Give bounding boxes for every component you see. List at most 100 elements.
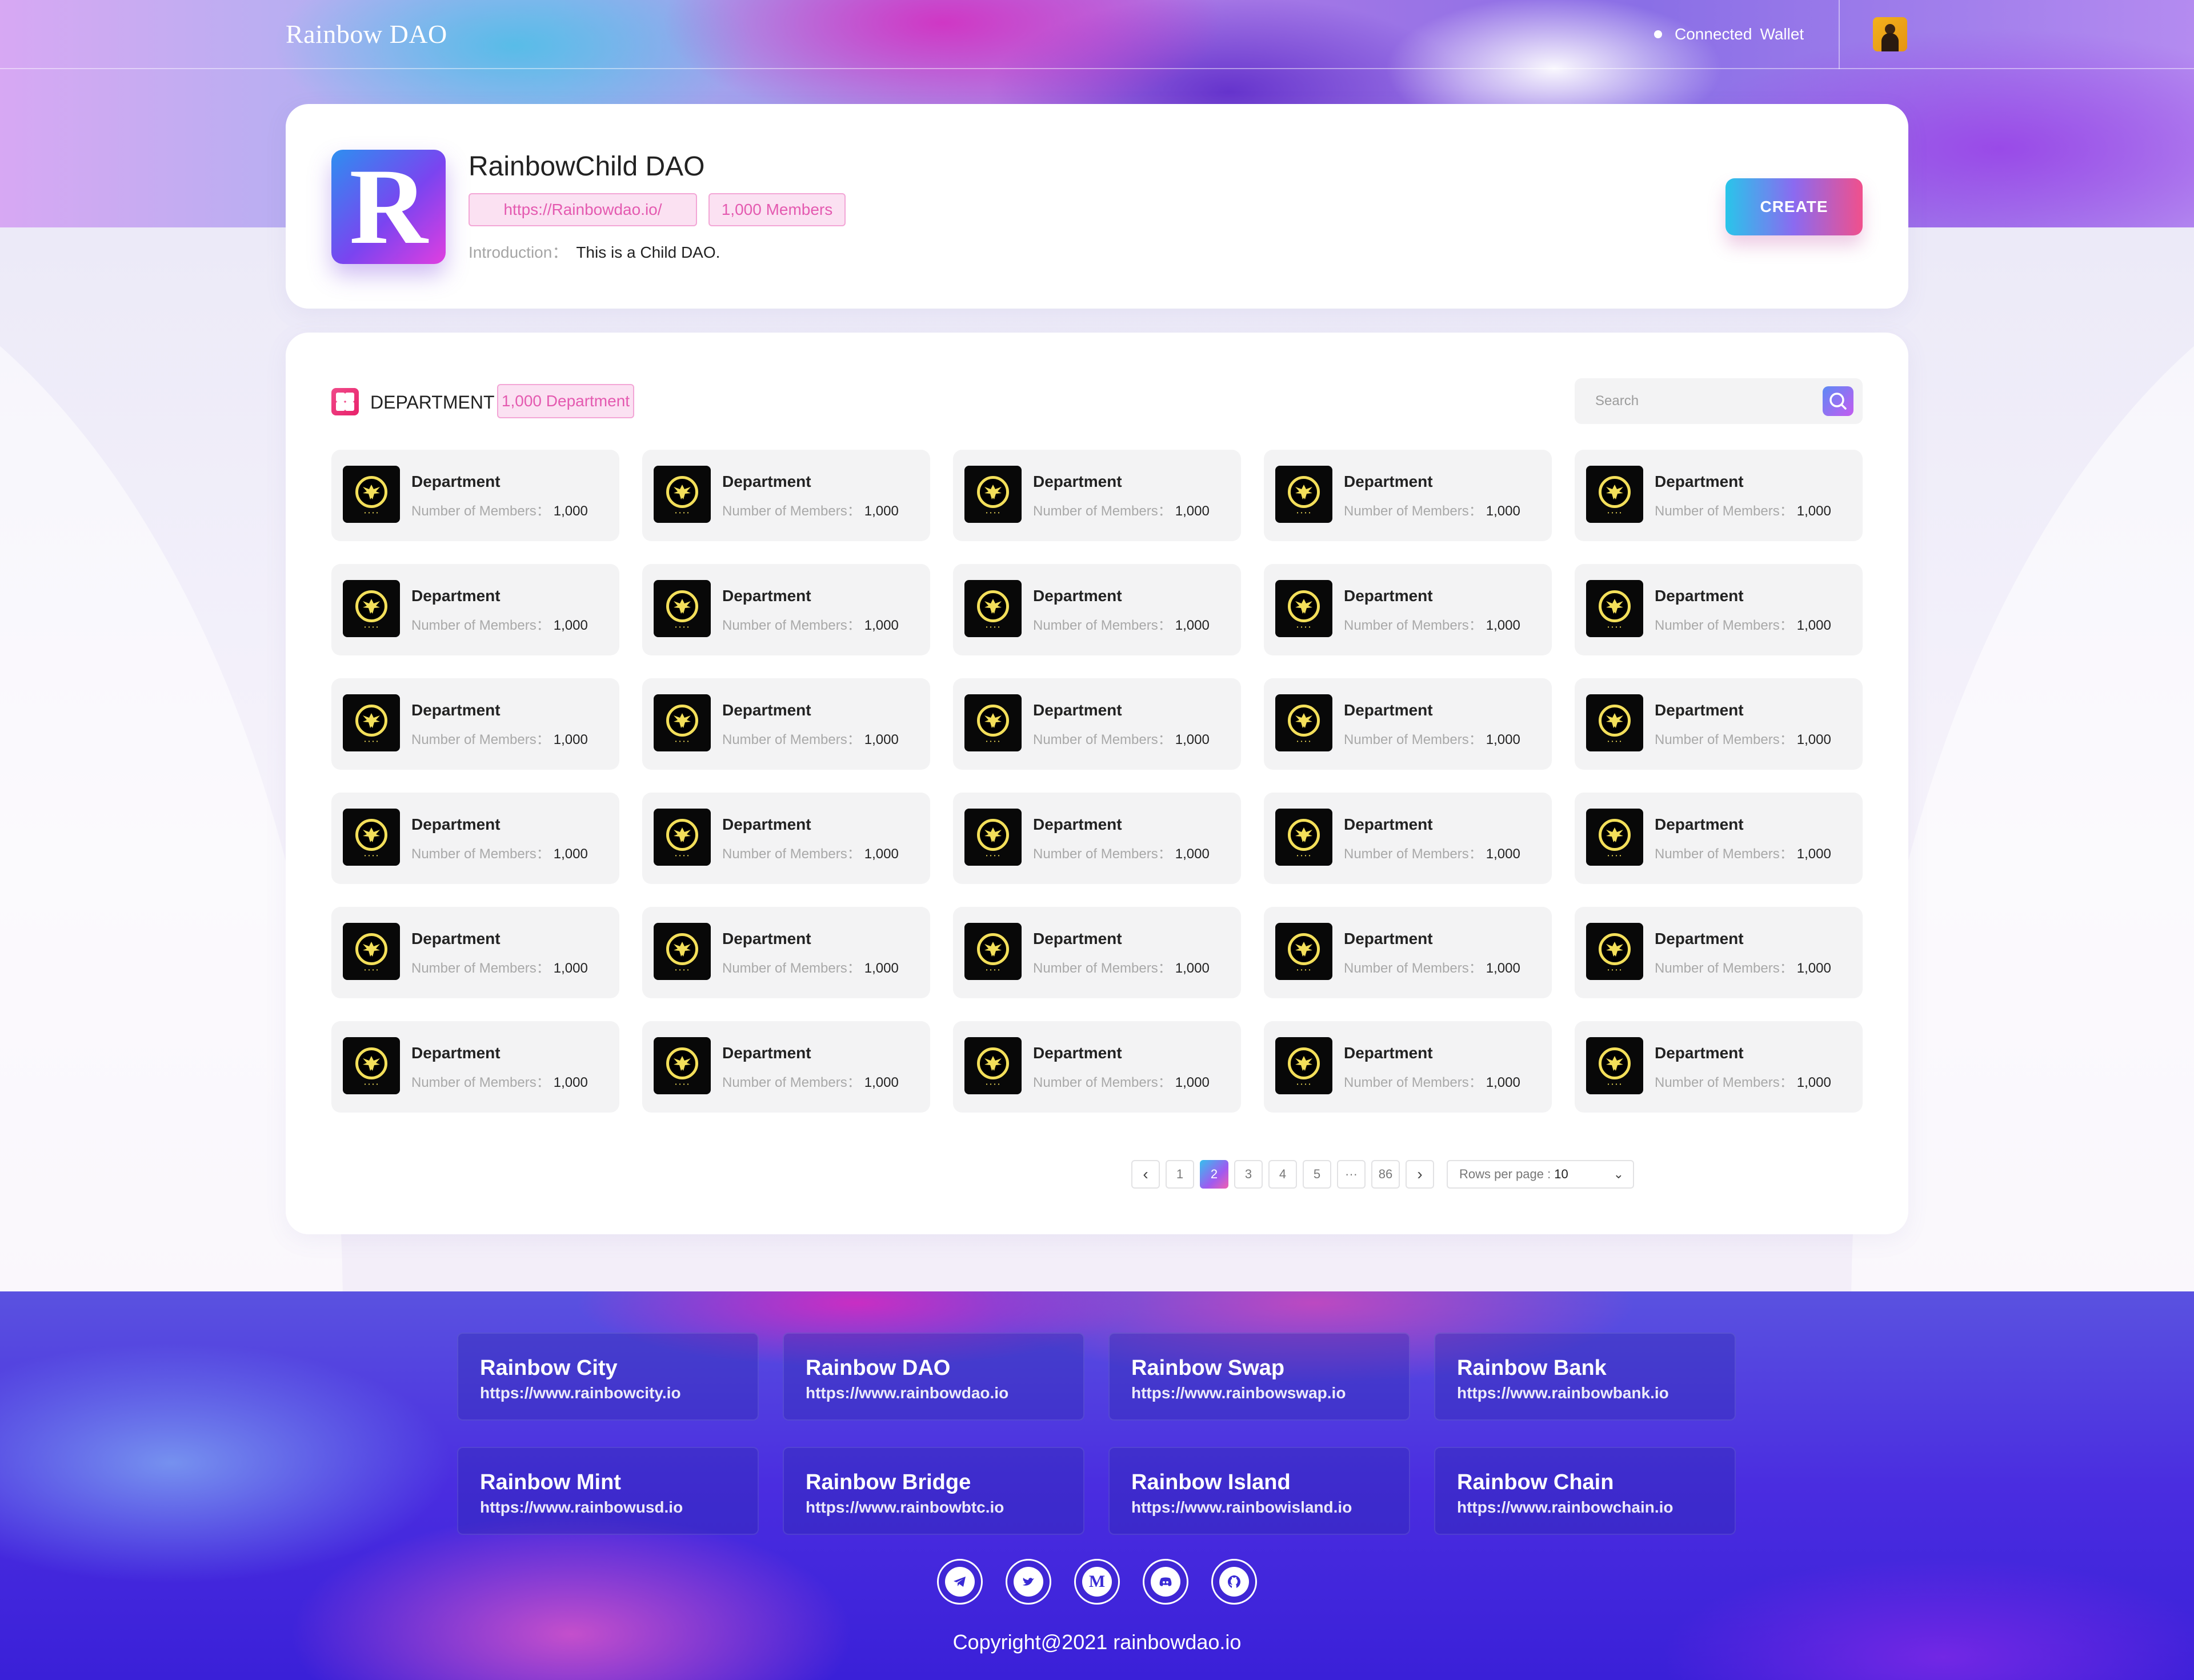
footer-link-url[interactable]: https://www.rainbowchain.io bbox=[1457, 1496, 1735, 1519]
department-item[interactable]: • • • • Department Number of Members： 1,000 bbox=[1575, 907, 1863, 998]
department-members: Number of Members： 1,000 bbox=[722, 1074, 899, 1092]
emblem-circle bbox=[666, 476, 698, 508]
footer-link-url[interactable]: https://www.rainbowcity.io bbox=[480, 1382, 758, 1405]
page-button[interactable]: 5 bbox=[1303, 1160, 1331, 1189]
department-item[interactable]: • • • • Department Number of Members： 1,000 bbox=[642, 564, 930, 655]
footer-link-card[interactable]: Rainbow Bridge https://www.rainbowbtc.io bbox=[783, 1447, 1084, 1535]
page-button[interactable]: 1 bbox=[1166, 1160, 1194, 1189]
department-name: Department bbox=[1655, 930, 1744, 947]
footer-link-url[interactable]: https://www.rainbowbank.io bbox=[1457, 1382, 1735, 1405]
emblem-circle bbox=[355, 590, 387, 622]
footer-link-card[interactable]: Rainbow Island https://www.rainbowisland.… bbox=[1108, 1447, 1410, 1535]
footer-link-card[interactable]: Rainbow Chain https://www.rainbowchain.io bbox=[1434, 1447, 1736, 1535]
department-item[interactable]: • • • • Department Number of Members： 1,000 bbox=[331, 1021, 619, 1113]
department-item[interactable]: • • • • Department Number of Members： 1,000 bbox=[1264, 450, 1552, 541]
department-item[interactable]: • • • • Department Number of Members： 1,000 bbox=[331, 564, 619, 655]
dao-url-badge[interactable]: https://Rainbowdao.io/ bbox=[469, 193, 697, 226]
page-button[interactable]: 3 bbox=[1234, 1160, 1263, 1189]
page-button[interactable]: 4 bbox=[1268, 1160, 1297, 1189]
emblem-circle bbox=[666, 1047, 698, 1079]
members-value: 1,000 bbox=[553, 961, 588, 976]
connect-wallet-button[interactable]: Connected Wallet bbox=[1654, 23, 1804, 46]
department-name: Department bbox=[1344, 1044, 1433, 1062]
footer-link-url[interactable]: https://www.rainbowusd.io bbox=[480, 1496, 758, 1519]
members-value: 1,000 bbox=[1796, 1075, 1831, 1090]
members-label: Number of Members： bbox=[1033, 846, 1172, 862]
footer-link-card[interactable]: Rainbow Bank https://www.rainbowbank.io bbox=[1434, 1333, 1736, 1421]
department-item[interactable]: • • • • Department Number of Members： 1,000 bbox=[1575, 678, 1863, 770]
department-item[interactable]: • • • • Department Number of Members： 1,000 bbox=[953, 564, 1241, 655]
discord-link[interactable] bbox=[1143, 1559, 1188, 1605]
department-item[interactable]: • • • • Department Number of Members： 1,000 bbox=[331, 793, 619, 884]
department-name: Department bbox=[1344, 701, 1433, 719]
members-value: 1,000 bbox=[1796, 846, 1831, 862]
footer-link-card[interactable]: Rainbow Mint https://www.rainbowusd.io bbox=[457, 1447, 759, 1535]
department-item[interactable]: • • • • Department Number of Members： 1,000 bbox=[642, 1021, 930, 1113]
department-logo: • • • • bbox=[654, 1037, 711, 1094]
members-value: 1,000 bbox=[864, 961, 899, 976]
department-item[interactable]: • • • • Department Number of Members： 1,000 bbox=[953, 450, 1241, 541]
search-button[interactable] bbox=[1823, 386, 1853, 416]
footer-link-url[interactable]: https://www.rainbowisland.io bbox=[1131, 1496, 1409, 1519]
footer-link-card[interactable]: Rainbow City https://www.rainbowcity.io bbox=[457, 1333, 759, 1421]
rainbow-dao-logo[interactable]: Rainbow DAO bbox=[286, 17, 447, 51]
department-item[interactable]: • • • • Department Number of Members： 1,000 bbox=[1264, 678, 1552, 770]
footer-link-url[interactable]: https://www.rainbowbtc.io bbox=[806, 1496, 1083, 1519]
department-item[interactable]: • • • • Department Number of Members： 1,000 bbox=[953, 1021, 1241, 1113]
user-avatar[interactable] bbox=[1873, 17, 1907, 51]
department-item[interactable]: • • • • Department Number of Members： 1,000 bbox=[331, 678, 619, 770]
create-button[interactable]: CREATE bbox=[1725, 178, 1863, 235]
dao-logo: R bbox=[331, 150, 446, 264]
department-item[interactable]: • • • • Department Number of Members： 1,000 bbox=[331, 450, 619, 541]
department-item[interactable]: • • • • Department Number of Members： 1,000 bbox=[953, 907, 1241, 998]
emblem-circle bbox=[977, 590, 1009, 622]
footer-link-card[interactable]: Rainbow Swap https://www.rainbowswap.io bbox=[1108, 1333, 1410, 1421]
department-item[interactable]: • • • • Department Number of Members： 1,000 bbox=[1575, 450, 1863, 541]
twitter-link[interactable] bbox=[1006, 1559, 1051, 1605]
members-label: Number of Members： bbox=[411, 732, 550, 747]
department-item[interactable]: • • • • Department Number of Members： 1,000 bbox=[953, 678, 1241, 770]
department-item[interactable]: • • • • Department Number of Members： 1,000 bbox=[1575, 1021, 1863, 1113]
emblem-text-decoration: • • • • bbox=[675, 739, 690, 744]
department-item[interactable]: • • • • Department Number of Members： 1,000 bbox=[642, 678, 930, 770]
department-item[interactable]: • • • • Department Number of Members： 1,000 bbox=[642, 450, 930, 541]
department-item[interactable]: • • • • Department Number of Members： 1,000 bbox=[642, 793, 930, 884]
rows-per-page-select[interactable]: Rows per page :10 ⌄ bbox=[1447, 1160, 1634, 1189]
eagle-emblem-icon bbox=[1606, 827, 1623, 842]
department-item[interactable]: • • • • Department Number of Members： 1,000 bbox=[1575, 564, 1863, 655]
search-input[interactable] bbox=[1595, 390, 1812, 413]
department-name: Department bbox=[722, 587, 811, 605]
footer-link-card[interactable]: Rainbow DAO https://www.rainbowdao.io bbox=[783, 1333, 1084, 1421]
footer-link-url[interactable]: https://www.rainbowdao.io bbox=[806, 1382, 1083, 1405]
page-button[interactable]: 86 bbox=[1371, 1160, 1400, 1189]
department-name: Department bbox=[1655, 587, 1744, 605]
department-item[interactable]: • • • • Department Number of Members： 1,000 bbox=[1264, 1021, 1552, 1113]
department-item[interactable]: • • • • Department Number of Members： 1,000 bbox=[953, 793, 1241, 884]
department-item[interactable]: • • • • Department Number of Members： 1,000 bbox=[1264, 793, 1552, 884]
pagination-ellipsis[interactable]: ··· bbox=[1337, 1160, 1366, 1189]
emblem-text-decoration: • • • • bbox=[1607, 853, 1622, 858]
department-count-badge: 1,000 Department bbox=[497, 384, 634, 418]
department-item[interactable]: • • • • Department Number of Members： 1,000 bbox=[1264, 907, 1552, 998]
members-label: Number of Members： bbox=[722, 618, 861, 633]
department-item[interactable]: • • • • Department Number of Members： 1,000 bbox=[642, 907, 930, 998]
emblem-text-decoration: • • • • bbox=[986, 853, 1000, 858]
emblem-text-decoration: • • • • bbox=[675, 625, 690, 630]
github-link[interactable] bbox=[1211, 1559, 1257, 1605]
next-page-chevron-icon[interactable]: › bbox=[1406, 1160, 1434, 1189]
department-name: Department bbox=[1344, 815, 1433, 833]
prev-page-chevron-icon[interactable]: ‹ bbox=[1131, 1160, 1160, 1189]
medium-link[interactable]: M bbox=[1074, 1559, 1120, 1605]
department-item[interactable]: • • • • Department Number of Members： 1,000 bbox=[1264, 564, 1552, 655]
members-value: 1,000 bbox=[553, 732, 588, 747]
telegram-link[interactable] bbox=[937, 1559, 983, 1605]
eagle-emblem-icon bbox=[984, 1056, 1002, 1071]
department-members: Number of Members： 1,000 bbox=[1655, 959, 1831, 978]
page-button[interactable]: 2 bbox=[1200, 1160, 1228, 1189]
department-item[interactable]: • • • • Department Number of Members： 1,000 bbox=[331, 907, 619, 998]
department-item[interactable]: • • • • Department Number of Members： 1,000 bbox=[1575, 793, 1863, 884]
intro-text: This is a Child DAO. bbox=[576, 243, 720, 261]
emblem-text-decoration: • • • • bbox=[1296, 1082, 1311, 1087]
search-box bbox=[1575, 378, 1863, 424]
footer-link-url[interactable]: https://www.rainbowswap.io bbox=[1131, 1382, 1409, 1405]
